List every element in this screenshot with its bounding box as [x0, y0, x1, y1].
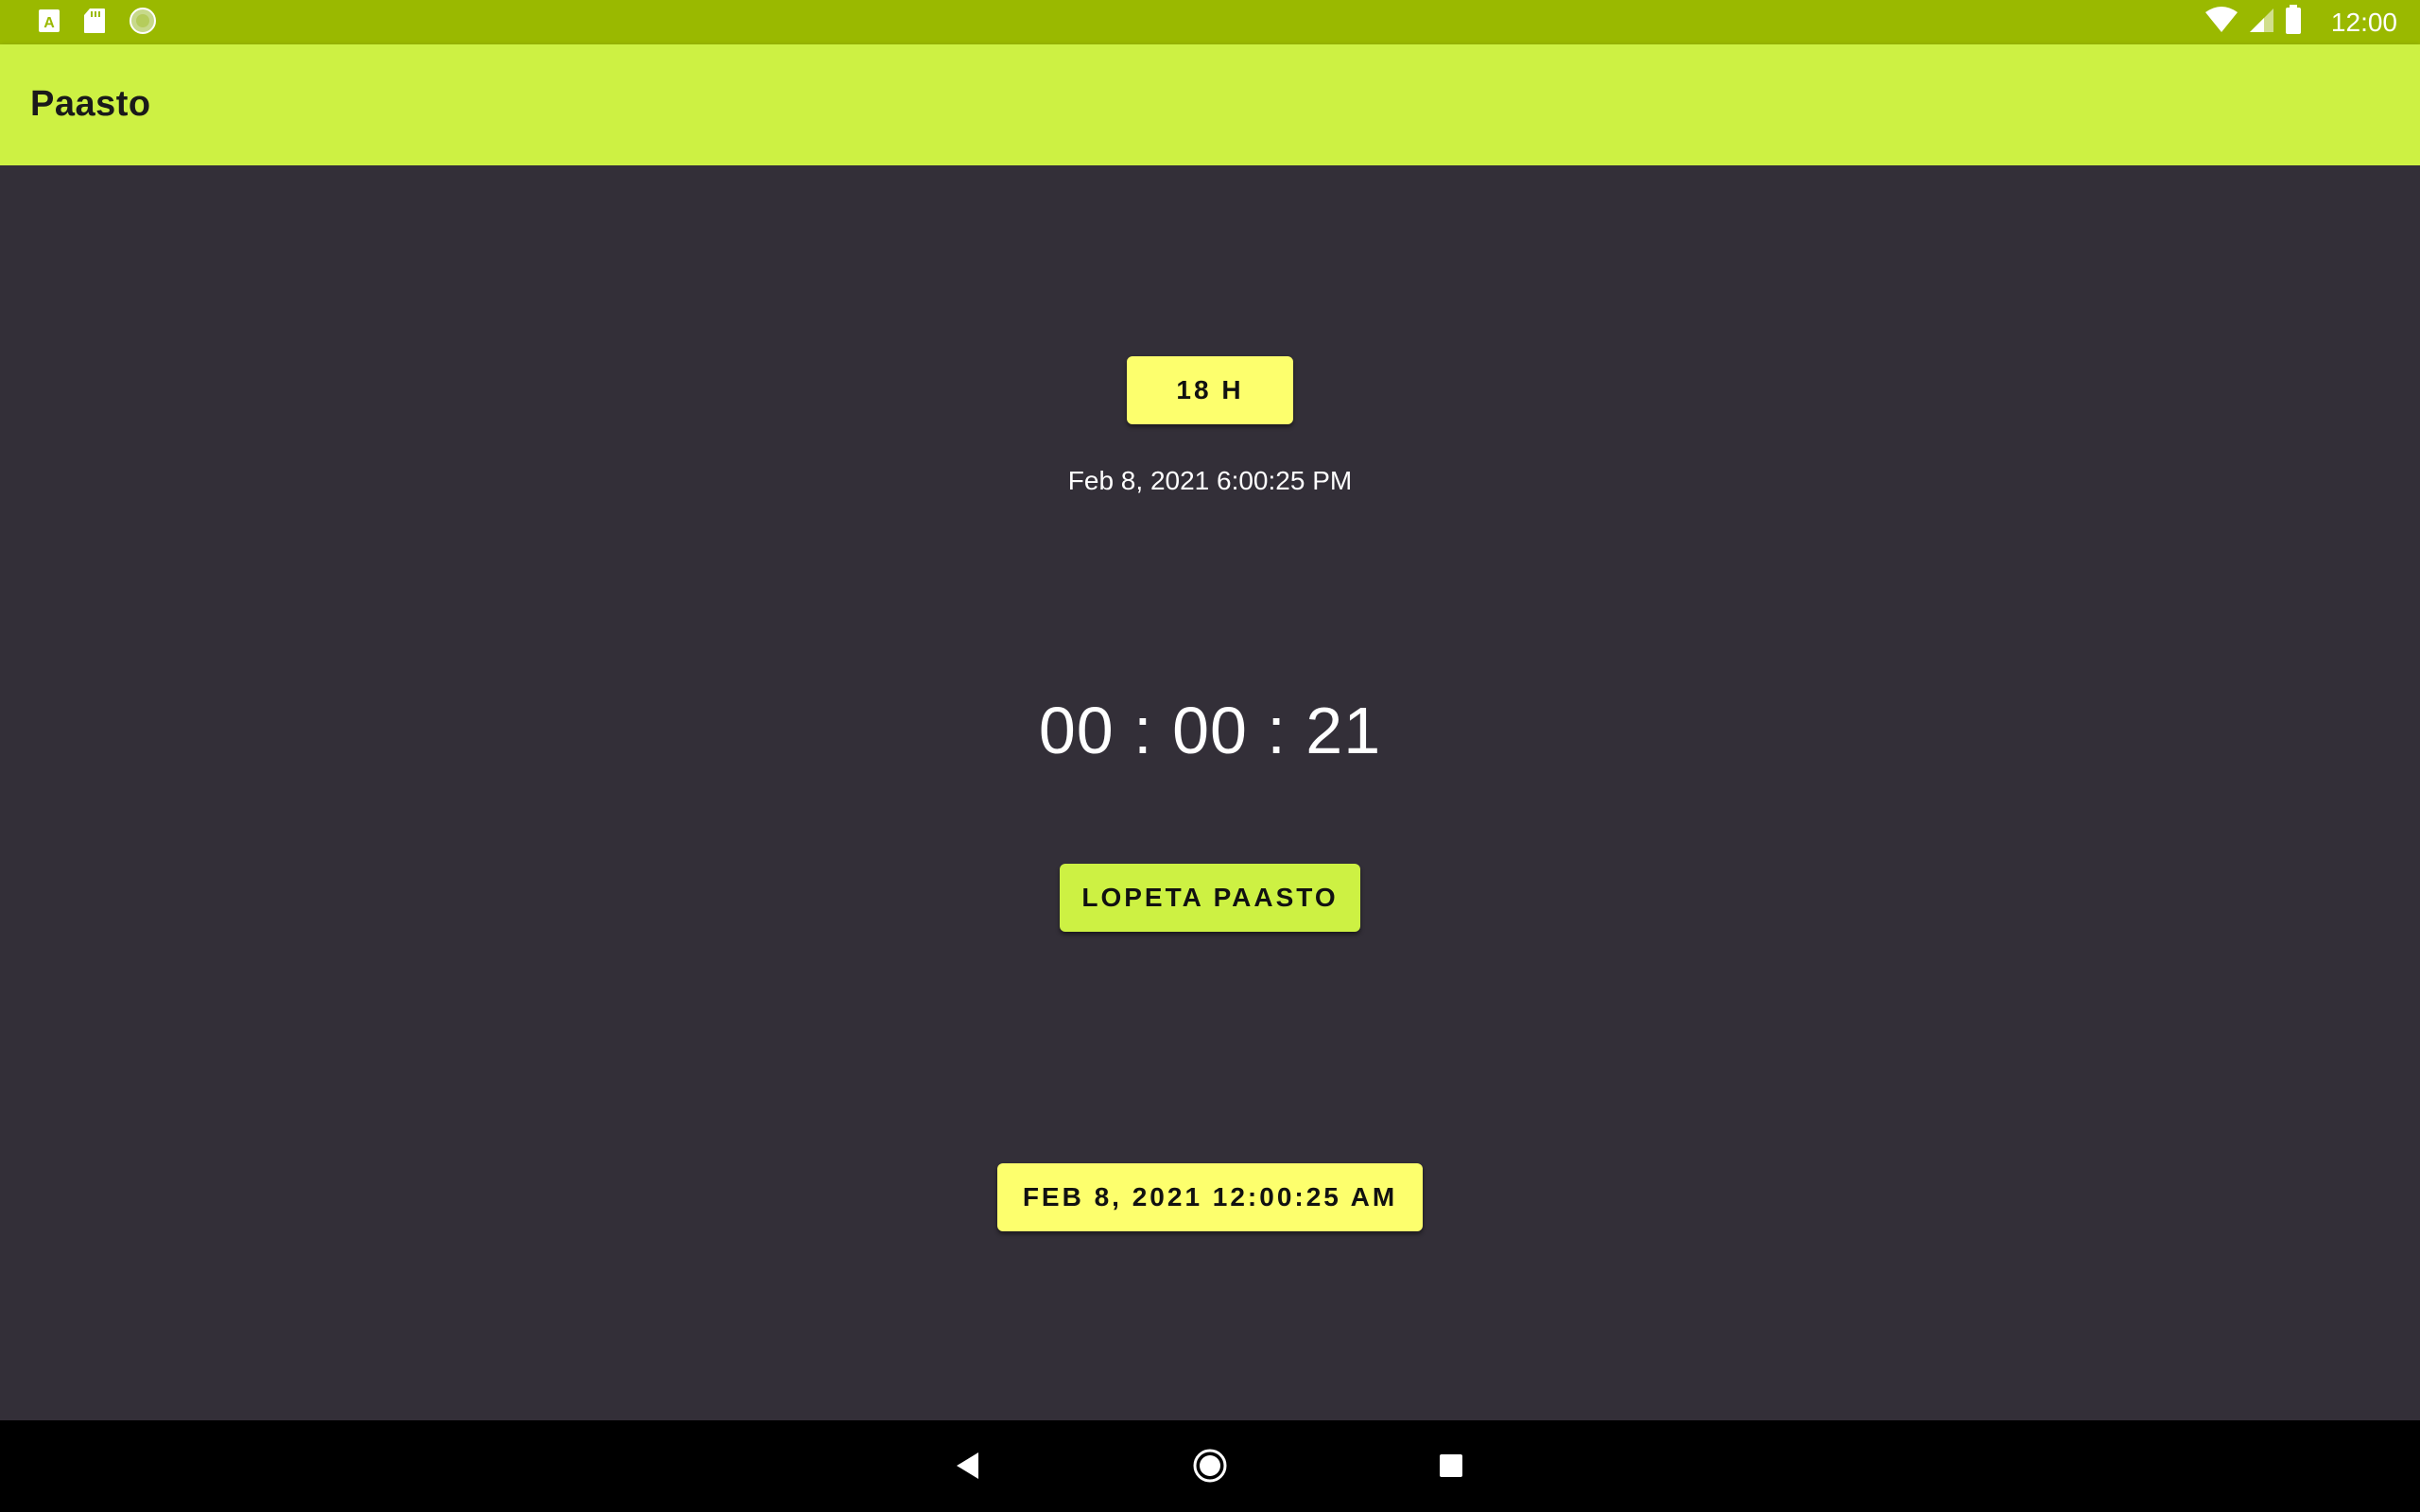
wifi-icon: [2204, 7, 2238, 38]
status-notification-icons: A: [38, 7, 157, 40]
status-bar: A 12:00: [0, 0, 2420, 44]
home-icon[interactable]: [1184, 1439, 1236, 1492]
navigation-bar: [0, 1420, 2420, 1512]
stop-fast-button[interactable]: LOPETA PAASTO: [1060, 864, 1360, 932]
svg-text:A: A: [43, 15, 55, 31]
back-icon[interactable]: [942, 1439, 994, 1492]
date-picker-button[interactable]: FEB 8, 2021 12:00:25 AM: [997, 1163, 1423, 1231]
status-time: 12:00: [2330, 7, 2397, 37]
sync-circle-icon: [129, 7, 157, 40]
battery-icon: [2284, 5, 2303, 40]
app-bar: Paasto: [0, 44, 2420, 165]
keyboard-a-icon: A: [38, 9, 60, 38]
app-title: Paasto: [30, 84, 151, 124]
status-system-icons: 12:00: [2204, 0, 2397, 44]
fast-start-time: Feb 8, 2021 6:00:25 PM: [1067, 466, 1353, 495]
fast-duration-button[interactable]: 18 H: [1127, 356, 1293, 424]
elapsed-timer: 00 : 00 : 21: [1038, 694, 1382, 767]
main-content: 18 H Feb 8, 2021 6:00:25 PM 00 : 00 : 21…: [0, 165, 2420, 1420]
recents-icon[interactable]: [1425, 1439, 1478, 1492]
signal-icon: [2248, 7, 2274, 38]
sd-card-icon: [83, 8, 106, 39]
